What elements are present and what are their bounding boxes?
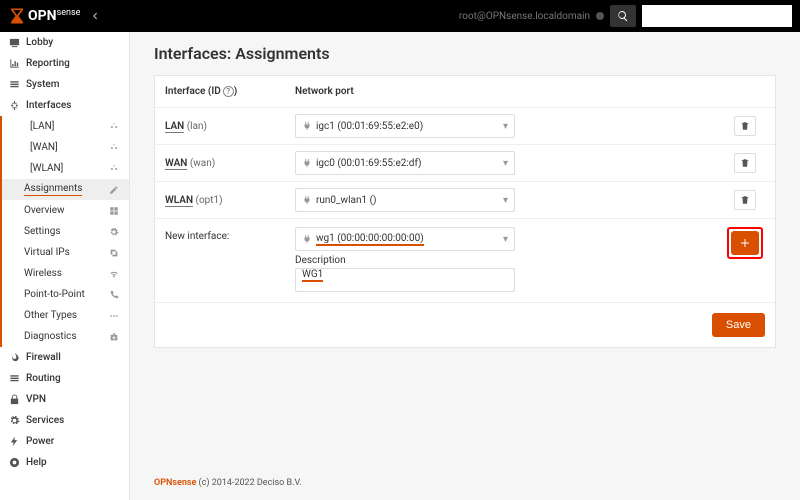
table-row: LAN (lan) igc1 (00:01:69:55:e2:e0)▾: [155, 108, 775, 145]
nav-wlan[interactable]: [WLAN]: [2, 158, 129, 179]
chevron-left-icon: [90, 11, 100, 21]
sitemap-icon: [8, 100, 20, 112]
brand-opn: OPN: [28, 8, 57, 24]
nav-settings[interactable]: Settings: [2, 221, 129, 242]
save-button[interactable]: Save: [712, 313, 765, 337]
plug-icon: [302, 121, 312, 131]
col-header-port: Network port: [295, 86, 725, 97]
top-header: OPNsense root@OPNsense.localdomain: [0, 0, 800, 32]
caret-down-icon: ▾: [503, 195, 508, 206]
add-button[interactable]: [731, 231, 759, 255]
trash-icon: [740, 195, 750, 205]
lock-icon: [8, 394, 20, 406]
nav-wan[interactable]: [WAN]: [2, 137, 129, 158]
delete-button[interactable]: [734, 190, 756, 210]
page-footer: OPNsense (c) 2014-2022 Deciso B.V.: [154, 448, 776, 488]
layers-icon: [8, 79, 20, 91]
port-select[interactable]: igc0 (00:01:69:55:e2:df)▾: [295, 151, 515, 175]
nav-other[interactable]: Other Types: [2, 305, 129, 326]
interface-link[interactable]: WAN: [165, 158, 187, 170]
nav-interfaces[interactable]: Interfaces: [0, 95, 129, 116]
nav-ptp[interactable]: Point-to-Point: [2, 284, 129, 305]
nav-firewall[interactable]: Firewall: [0, 347, 129, 368]
footer-brand[interactable]: OPNsense: [154, 478, 196, 488]
nav-virtual-ips[interactable]: Virtual IPs: [2, 242, 129, 263]
life-ring-icon: [8, 457, 20, 469]
brand-logo[interactable]: OPNsense: [8, 6, 80, 26]
interface-link[interactable]: LAN: [165, 121, 184, 133]
plug-icon: [302, 234, 312, 244]
nav-lobby[interactable]: Lobby: [0, 32, 129, 53]
page-title: Interfaces: Assignments: [154, 44, 776, 63]
chart-icon: [8, 58, 20, 70]
plug-icon: [302, 158, 312, 168]
nav-system[interactable]: System: [0, 74, 129, 95]
nav-overview[interactable]: Overview: [2, 200, 129, 221]
search-icon: [617, 10, 629, 22]
nav-power[interactable]: Power: [0, 431, 129, 452]
main-content: Interfaces: Assignments Interface (ID?) …: [130, 32, 800, 500]
ellipsis-icon: [109, 311, 121, 321]
pencil-icon: [109, 185, 121, 195]
sitemap-icon: [109, 164, 121, 174]
description-label: Description: [295, 255, 725, 266]
port-select[interactable]: run0_wlan1 ()▾: [295, 188, 515, 212]
phone-icon: [109, 290, 121, 300]
caret-down-icon: ▾: [503, 121, 508, 132]
port-select[interactable]: igc1 (00:01:69:55:e2:e0)▾: [295, 114, 515, 138]
new-interface-label: New interface:: [165, 227, 295, 242]
trash-icon: [740, 158, 750, 168]
gear-icon: [8, 415, 20, 427]
sitemap-icon: [109, 143, 121, 153]
fire-icon: [8, 352, 20, 364]
search-button[interactable]: [610, 5, 636, 27]
brand-sense: sense: [57, 8, 81, 18]
nav-vpn[interactable]: VPN: [0, 389, 129, 410]
plug-icon: [302, 195, 312, 205]
nav-lan[interactable]: [LAN]: [2, 116, 129, 137]
delete-button[interactable]: [734, 153, 756, 173]
grid-icon: [109, 206, 121, 216]
interface-link[interactable]: WLAN: [165, 195, 193, 207]
hostname-label[interactable]: root@OPNsense.localdomain: [459, 11, 590, 22]
table-row: WAN (wan) igc0 (00:01:69:55:e2:df)▾: [155, 145, 775, 182]
table-header: Interface (ID?) Network port: [155, 76, 775, 108]
nav-reporting[interactable]: Reporting: [0, 53, 129, 74]
search-input[interactable]: [642, 5, 792, 27]
status-dot-icon[interactable]: [596, 12, 604, 20]
wifi-icon: [109, 269, 121, 279]
tv-icon: [8, 37, 20, 49]
add-highlight: [727, 227, 763, 259]
bolt-icon: [8, 436, 20, 448]
clone-icon: [109, 248, 121, 258]
nav-services[interactable]: Services: [0, 410, 129, 431]
route-icon: [8, 373, 20, 385]
help-icon[interactable]: ?: [223, 86, 234, 97]
gears-icon: [109, 227, 121, 237]
assignments-table: Interface (ID?) Network port LAN (lan) i…: [154, 75, 776, 348]
collapse-sidebar-button[interactable]: [90, 11, 100, 21]
plus-icon: [739, 237, 751, 249]
nav-assignments[interactable]: Assignments: [2, 179, 129, 200]
new-interface-row: New interface: wg1 (00:00:00:00:00:00)▾ …: [155, 219, 775, 303]
new-port-select[interactable]: wg1 (00:00:00:00:00:00)▾: [295, 227, 515, 251]
nav-help[interactable]: Help: [0, 452, 129, 473]
sitemap-icon: [109, 122, 121, 132]
table-row: WLAN (opt1) run0_wlan1 ()▾: [155, 182, 775, 219]
nav-routing[interactable]: Routing: [0, 368, 129, 389]
sidebar: Lobby Reporting System Interfaces [LAN] …: [0, 32, 130, 500]
trash-icon: [740, 121, 750, 131]
delete-button[interactable]: [734, 116, 756, 136]
caret-down-icon: ▾: [503, 234, 508, 245]
nav-diagnostics[interactable]: Diagnostics: [2, 326, 129, 347]
medkit-icon: [109, 332, 121, 342]
col-header-interface: Interface (ID?): [165, 86, 295, 97]
caret-down-icon: ▾: [503, 158, 508, 169]
description-input[interactable]: WG1: [295, 268, 515, 292]
nav-interfaces-children: [LAN] [WAN] [WLAN] Assignments Overview …: [0, 116, 129, 347]
nav-wireless[interactable]: Wireless: [2, 263, 129, 284]
hourglass-icon: [8, 6, 26, 26]
